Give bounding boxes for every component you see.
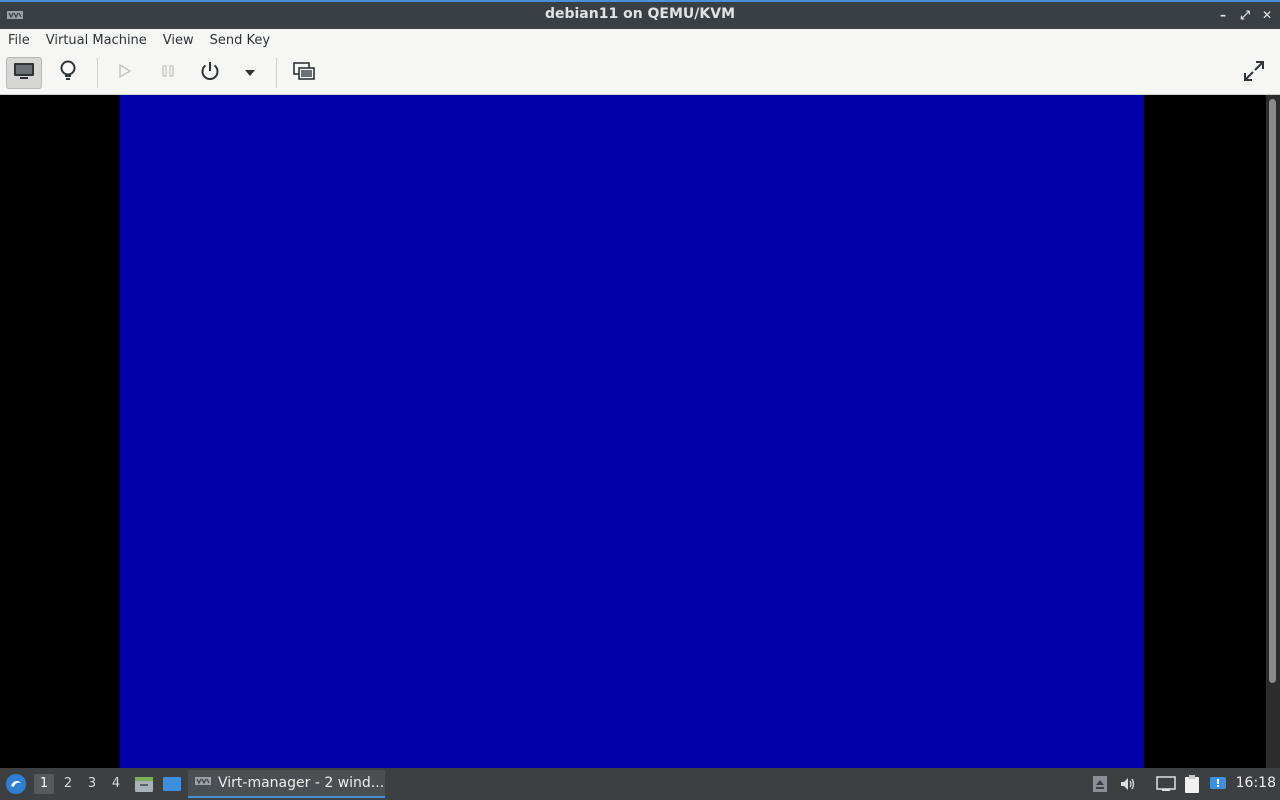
show-desktop-icon[interactable] (162, 775, 182, 793)
dropdown-arrow-icon (244, 66, 256, 81)
vm-console[interactable] (0, 95, 1266, 768)
menu-view[interactable]: View (163, 33, 202, 48)
shutdown-menu-button[interactable] (232, 57, 268, 89)
toolbar-separator (97, 58, 98, 88)
taskbar-task-virt-manager[interactable]: Virt-manager - 2 wind... (188, 770, 385, 798)
start-menu-icon[interactable] (4, 772, 28, 796)
fullscreen-button[interactable] (1236, 57, 1272, 89)
eject-icon[interactable] (1090, 774, 1110, 794)
console-view-button[interactable] (6, 57, 42, 89)
workspace-3[interactable]: 3 (82, 774, 102, 794)
monitor-icon (13, 62, 35, 84)
notification-icon[interactable] (1208, 774, 1228, 794)
taskbar: 1 2 3 4 Virt-manager - 2 wind... 16:18 (0, 768, 1280, 800)
menubar: File Virtual Machine View Send Key (0, 29, 1280, 52)
menu-file[interactable]: File (8, 33, 38, 48)
toolbar (0, 52, 1280, 95)
power-icon (199, 60, 221, 86)
scrollbar-thumb[interactable] (1269, 99, 1276, 683)
workspace-2[interactable]: 2 (58, 774, 78, 794)
snapshots-button[interactable] (286, 57, 322, 89)
network-icon[interactable] (1156, 774, 1176, 794)
minimize-button[interactable]: – (1216, 6, 1230, 24)
pause-button[interactable] (150, 57, 186, 89)
clipboard-icon[interactable] (1182, 774, 1202, 794)
menu-virtual-machine[interactable]: Virtual Machine (46, 33, 155, 48)
virt-manager-icon (194, 775, 212, 791)
pause-icon (160, 63, 176, 83)
close-button[interactable]: ✕ (1260, 6, 1274, 24)
run-button[interactable] (106, 57, 142, 89)
file-manager-icon[interactable] (134, 775, 154, 793)
details-view-button[interactable] (50, 57, 86, 89)
clock[interactable]: 16:18 (1236, 775, 1276, 791)
workspace-4[interactable]: 4 (106, 774, 126, 794)
shutdown-button[interactable] (192, 57, 228, 89)
task-label: Virt-manager - 2 wind... (218, 775, 385, 791)
guest-screen[interactable] (120, 95, 1144, 768)
volume-icon[interactable] (1118, 774, 1138, 794)
menu-send-key[interactable]: Send Key (210, 33, 278, 48)
vertical-scrollbar[interactable] (1266, 95, 1280, 768)
snapshots-icon (293, 62, 315, 84)
lightbulb-icon (59, 60, 77, 86)
maximize-button[interactable]: ⤢ (1238, 6, 1252, 24)
play-icon (116, 63, 132, 83)
fullscreen-icon (1242, 59, 1266, 87)
workspace-1[interactable]: 1 (34, 774, 54, 794)
window-title: debian11 on QEMU/KVM (544, 6, 736, 22)
window-titlebar[interactable]: debian11 on QEMU/KVM – ⤢ ✕ (0, 0, 1280, 29)
toolbar-separator (276, 58, 277, 88)
